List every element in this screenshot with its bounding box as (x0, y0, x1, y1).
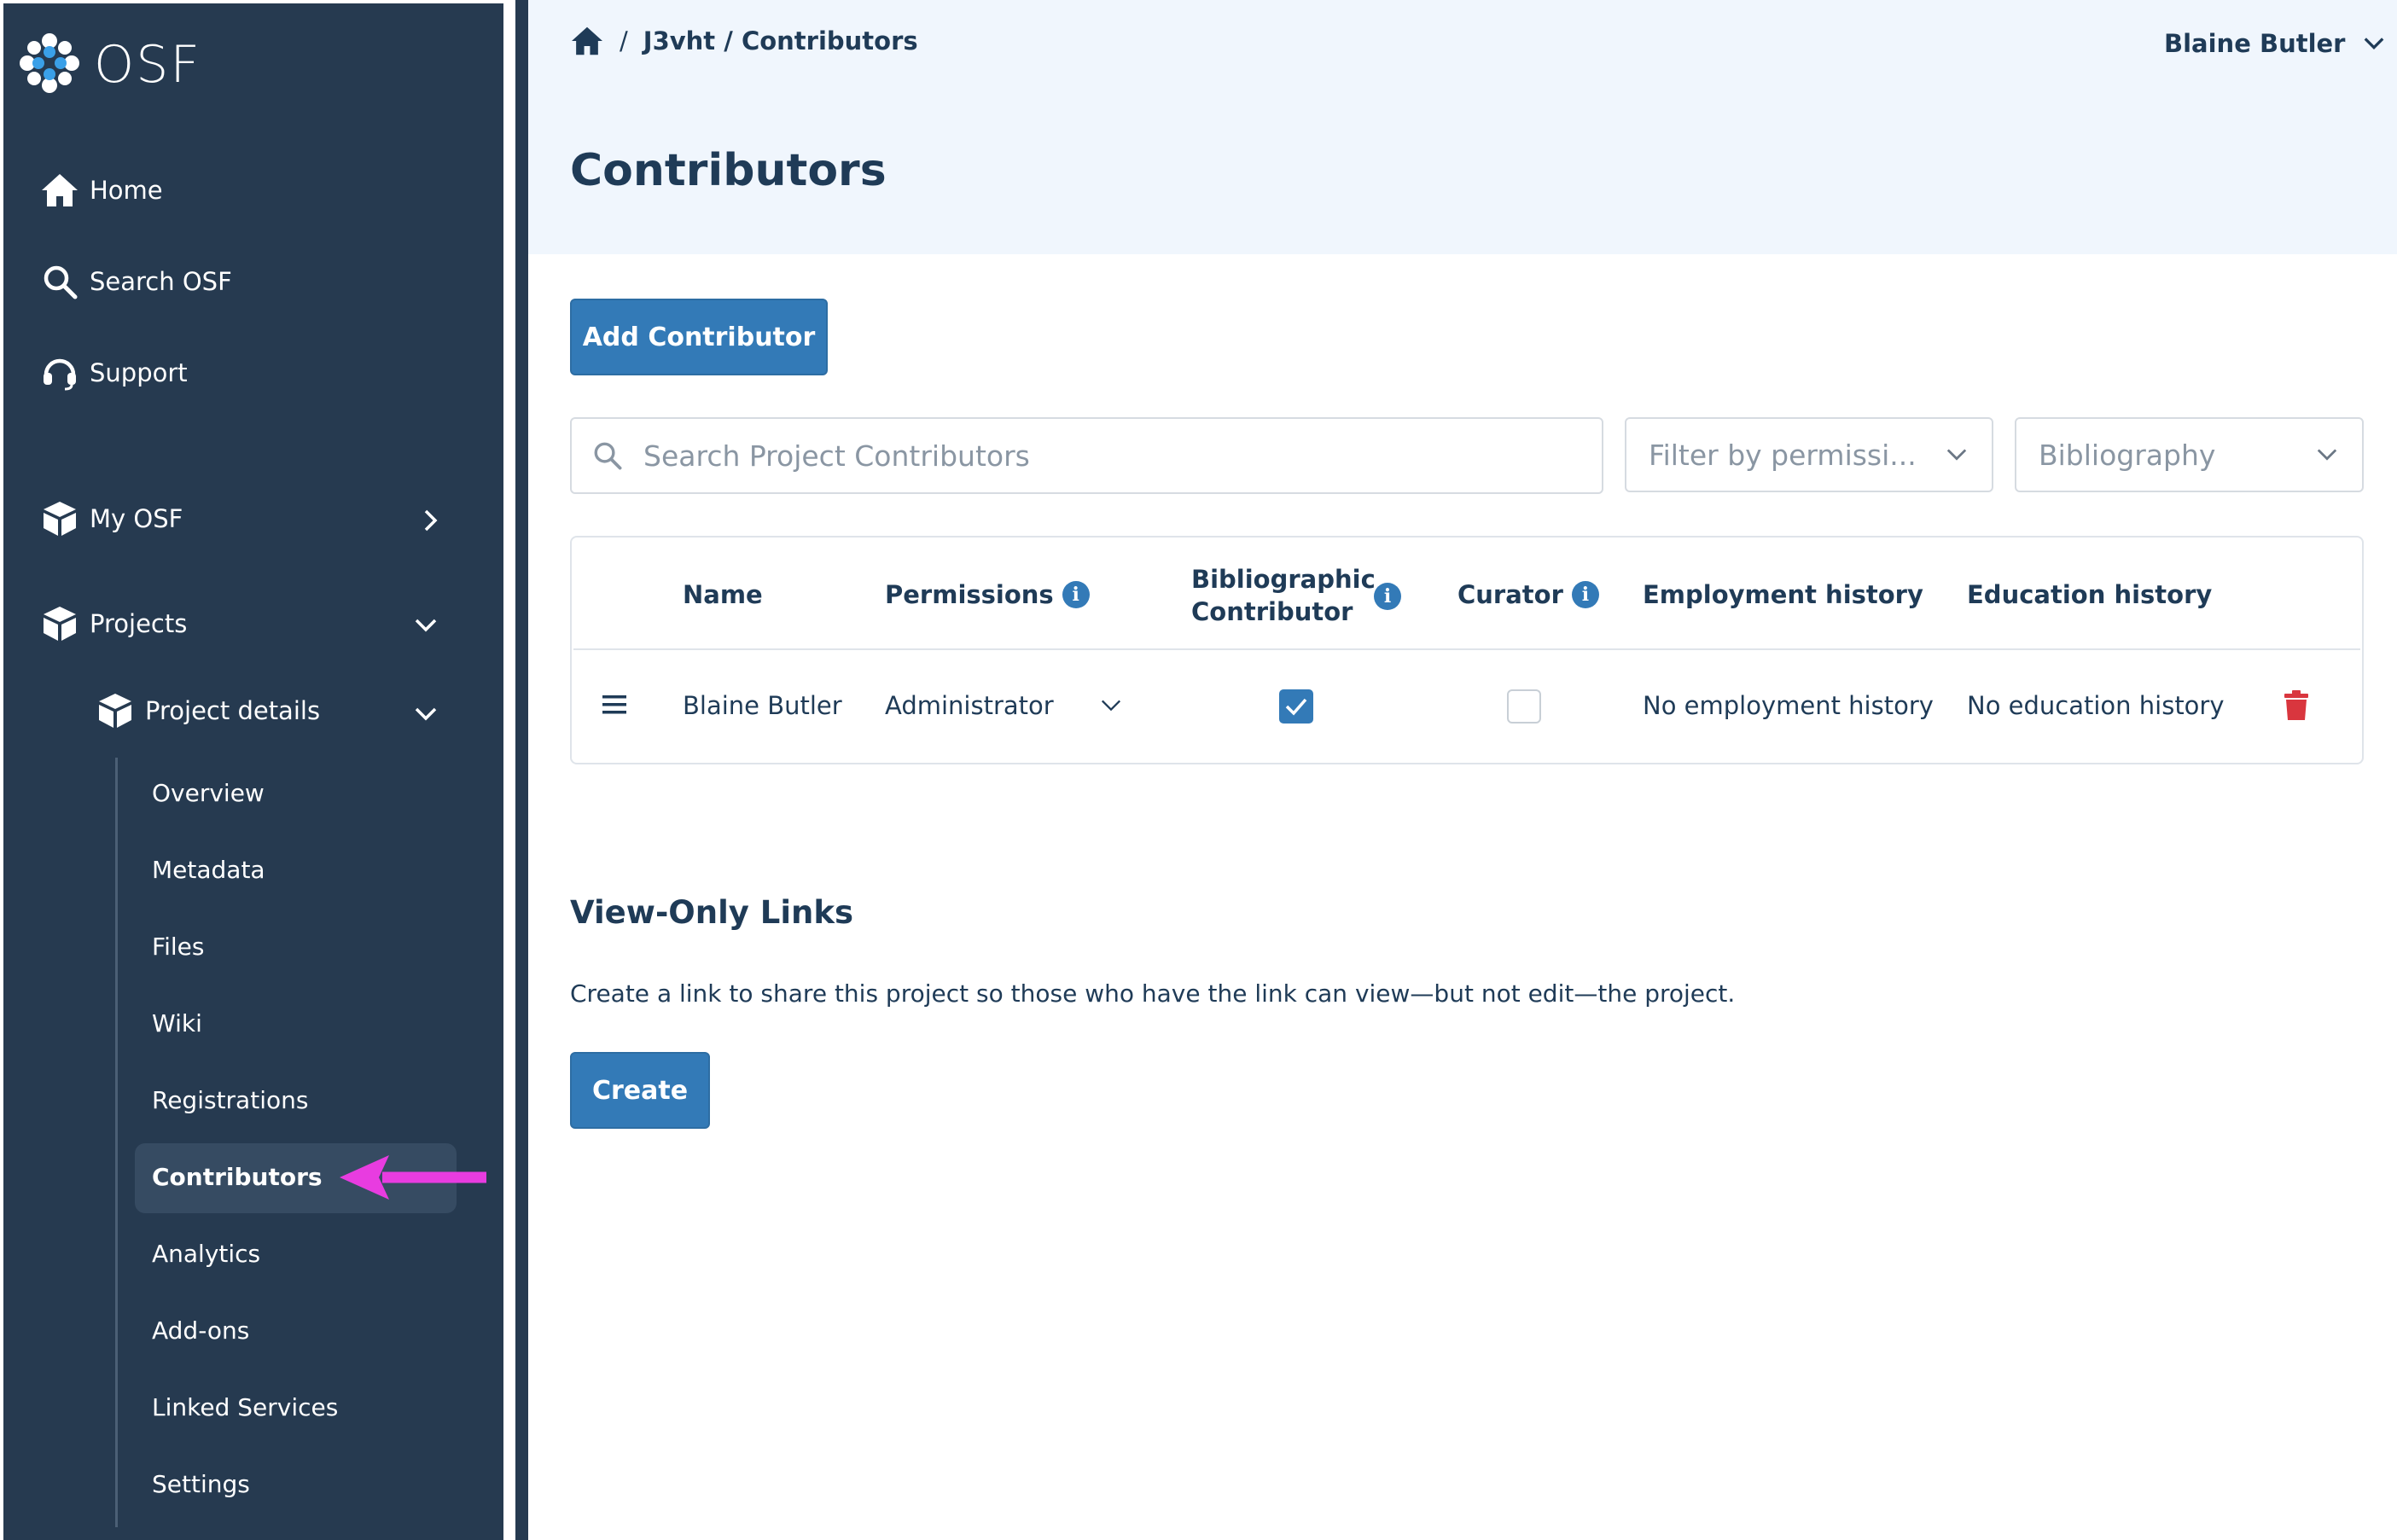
education-history: No education history (1967, 691, 2225, 720)
chevron-down-icon (1098, 694, 1124, 717)
contributors-table (570, 536, 2364, 764)
home-icon[interactable] (570, 26, 604, 56)
column-header-bibliographic-line2: Contributor (1191, 597, 1353, 626)
permission-filter-select[interactable]: Filter by permissi... (1625, 417, 1993, 492)
nav-my-osf[interactable]: My OSF (38, 497, 183, 540)
sidebar-item-overview[interactable]: Overview (152, 779, 265, 807)
chevron-down-icon[interactable] (412, 701, 439, 729)
search-contributors-field[interactable]: Search Project Contributors (570, 417, 1603, 494)
permission-value: Administrator (885, 691, 1054, 720)
user-menu[interactable]: Blaine Butler (2164, 29, 2387, 58)
annotation-arrow-icon (338, 1152, 488, 1206)
sidebar-item-files[interactable]: Files (152, 933, 204, 961)
view-only-links-description: Create a link to share this project so t… (570, 979, 1736, 1008)
nav-projects[interactable]: Projects (38, 602, 187, 645)
cube-icon (94, 689, 137, 732)
user-name: Blaine Butler (2164, 29, 2346, 58)
curator-checkbox[interactable] (1506, 689, 1542, 728)
sidebar (3, 3, 503, 1540)
chevron-down-icon (2361, 32, 2387, 55)
bibliography-filter-placeholder: Bibliography (2039, 438, 2216, 472)
column-header-bibliographic: Bibliographic Contributor (1191, 563, 1376, 628)
logo-text: OSF (94, 35, 201, 95)
column-header-curator: Curator i (1457, 580, 1599, 609)
page-title: Contributors (570, 145, 887, 196)
info-icon[interactable]: i (1062, 581, 1090, 608)
create-link-button[interactable]: Create (570, 1052, 710, 1129)
info-icon[interactable]: i (1571, 581, 1599, 608)
nav-support[interactable]: Support (38, 352, 188, 394)
search-placeholder: Search Project Contributors (643, 439, 1030, 473)
sidebar-gap (503, 0, 515, 1540)
cube-icon (38, 497, 81, 540)
trash-icon[interactable] (2284, 690, 2309, 724)
sidebar-item-analytics[interactable]: Analytics (152, 1240, 260, 1268)
breadcrumb-separator: / (620, 26, 628, 55)
column-header-bibliographic-line1: Bibliographic (1191, 565, 1376, 594)
column-header-education: Education history (1967, 580, 2213, 609)
breadcrumb: / J3vht / Contributors (570, 26, 918, 56)
contributor-name: Blaine Butler (683, 691, 842, 720)
chevron-down-icon (1944, 444, 1969, 466)
sidebar-item-add-ons[interactable]: Add-ons (152, 1316, 249, 1345)
column-header-employment: Employment history (1643, 580, 1923, 609)
home-icon (38, 169, 81, 212)
permission-filter-placeholder: Filter by permissi... (1649, 438, 1917, 472)
nav-support-label: Support (90, 358, 188, 387)
chevron-right-icon[interactable] (418, 507, 442, 538)
nav-project-details-label: Project details (145, 696, 321, 725)
nav-projects-label: Projects (90, 609, 188, 638)
cube-icon (38, 602, 81, 645)
subnav-guide-line (115, 758, 118, 1527)
sidebar-item-wiki[interactable]: Wiki (152, 1009, 202, 1037)
table-header-divider (573, 648, 2360, 650)
osf-logo[interactable]: OSF (17, 31, 201, 99)
nav-project-details[interactable]: Project details (94, 689, 320, 732)
column-header-name: Name (683, 580, 763, 609)
chevron-down-icon[interactable] (412, 613, 439, 640)
view-only-links-title: View-Only Links (570, 894, 854, 931)
nav-home-label: Home (90, 176, 163, 205)
search-icon (38, 260, 81, 303)
nav-search-label: Search OSF (90, 267, 232, 296)
osf-logo-icon (17, 31, 82, 99)
column-header-permissions-label: Permissions (885, 580, 1054, 609)
headset-icon (38, 352, 81, 394)
permission-select[interactable]: Administrator (885, 691, 1124, 720)
bibliography-filter-select[interactable]: Bibliography (2015, 417, 2364, 492)
employment-history: No employment history (1643, 691, 1934, 720)
sidebar-item-settings[interactable]: Settings (152, 1470, 250, 1498)
nav-home[interactable]: Home (38, 169, 163, 212)
sidebar-item-contributors[interactable]: Contributors (152, 1163, 323, 1191)
sidebar-item-linked-services[interactable]: Linked Services (152, 1393, 338, 1421)
sidebar-item-registrations[interactable]: Registrations (152, 1086, 308, 1114)
sidebar-edge (515, 0, 528, 1540)
nav-search[interactable]: Search OSF (38, 260, 232, 303)
info-icon[interactable]: i (1374, 583, 1401, 610)
bibliographic-checkbox[interactable] (1278, 689, 1314, 728)
search-icon (592, 440, 623, 471)
add-contributor-button[interactable]: Add Contributor (570, 299, 828, 375)
column-header-permissions: Permissions i (885, 580, 1090, 609)
column-header-curator-label: Curator (1457, 580, 1563, 609)
drag-handle-icon[interactable] (601, 693, 628, 720)
nav-my-osf-label: My OSF (90, 504, 183, 533)
breadcrumb-path[interactable]: J3vht / Contributors (643, 26, 918, 55)
chevron-down-icon (2314, 444, 2340, 466)
sidebar-item-metadata[interactable]: Metadata (152, 856, 265, 884)
